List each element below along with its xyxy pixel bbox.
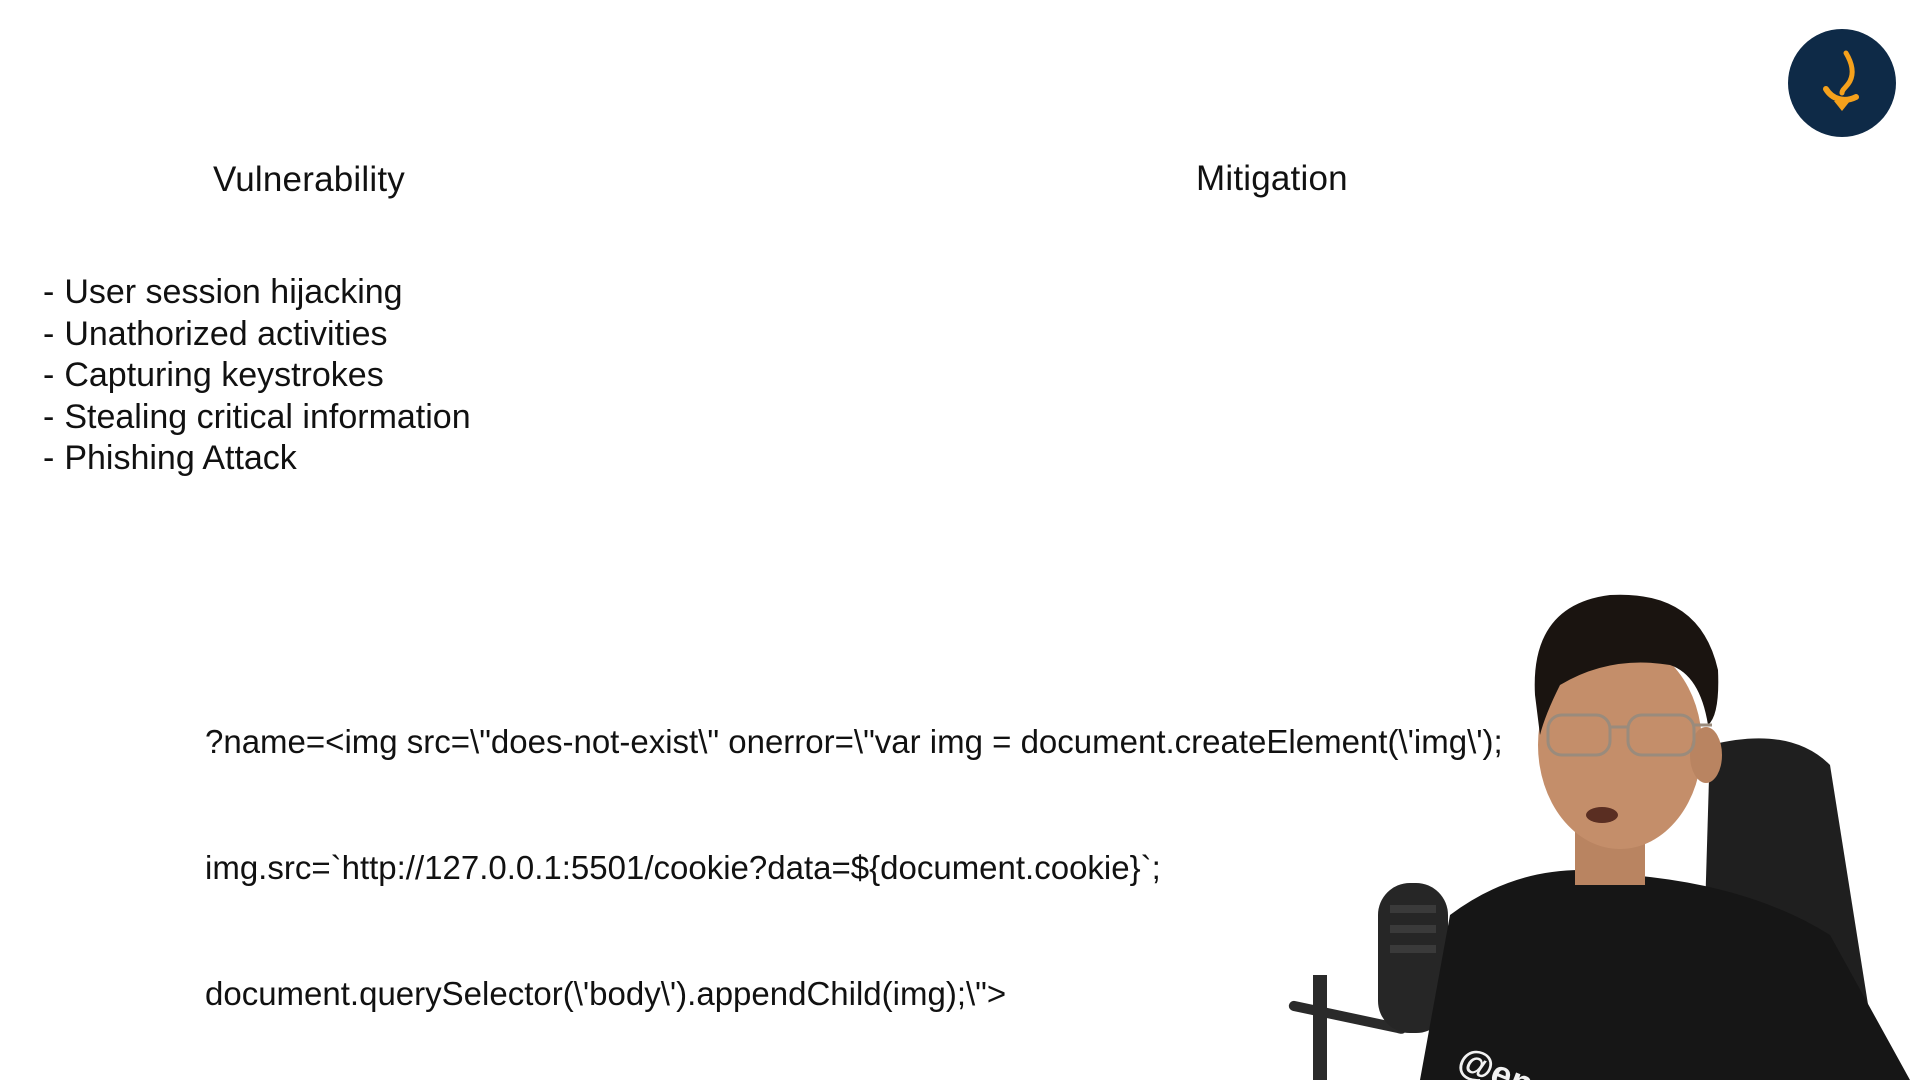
- list-item: - Unathorized activities: [43, 314, 471, 356]
- slide-frame: Vulnerability Mitigation - User session h…: [0, 0, 1920, 1080]
- bullet-dash: -: [43, 314, 55, 353]
- mitigation-heading: Mitigation: [1196, 159, 1348, 198]
- list-item: - Stealing critical information: [43, 397, 471, 439]
- bullet-dash: -: [43, 356, 55, 395]
- bullet-dash: -: [43, 439, 55, 478]
- list-item: - Phishing Attack: [43, 438, 471, 480]
- bullet-dash: -: [43, 273, 55, 311]
- logo-glyph-icon: [1823, 50, 1859, 111]
- list-item-label: Unathorized activities: [64, 314, 388, 353]
- presenter-webcam-overlay: [1230, 575, 1920, 1080]
- list-item: - User session hijacking: [43, 272, 471, 314]
- channel-logo-icon: [1788, 29, 1896, 137]
- presenter-figure: [1288, 594, 1910, 1080]
- vulnerability-list: - User session hijacking - Unathorized act…: [43, 272, 471, 480]
- list-item-label: Capturing keystrokes: [64, 356, 384, 395]
- vulnerability-heading: Vulnerability: [213, 160, 405, 199]
- list-item-label: Stealing critical information: [64, 397, 471, 436]
- list-item-label: User session hijacking: [64, 273, 403, 311]
- list-item: - Capturing keystrokes: [43, 355, 471, 397]
- list-item-label: Phishing Attack: [64, 439, 297, 478]
- bullet-dash: -: [43, 397, 55, 436]
